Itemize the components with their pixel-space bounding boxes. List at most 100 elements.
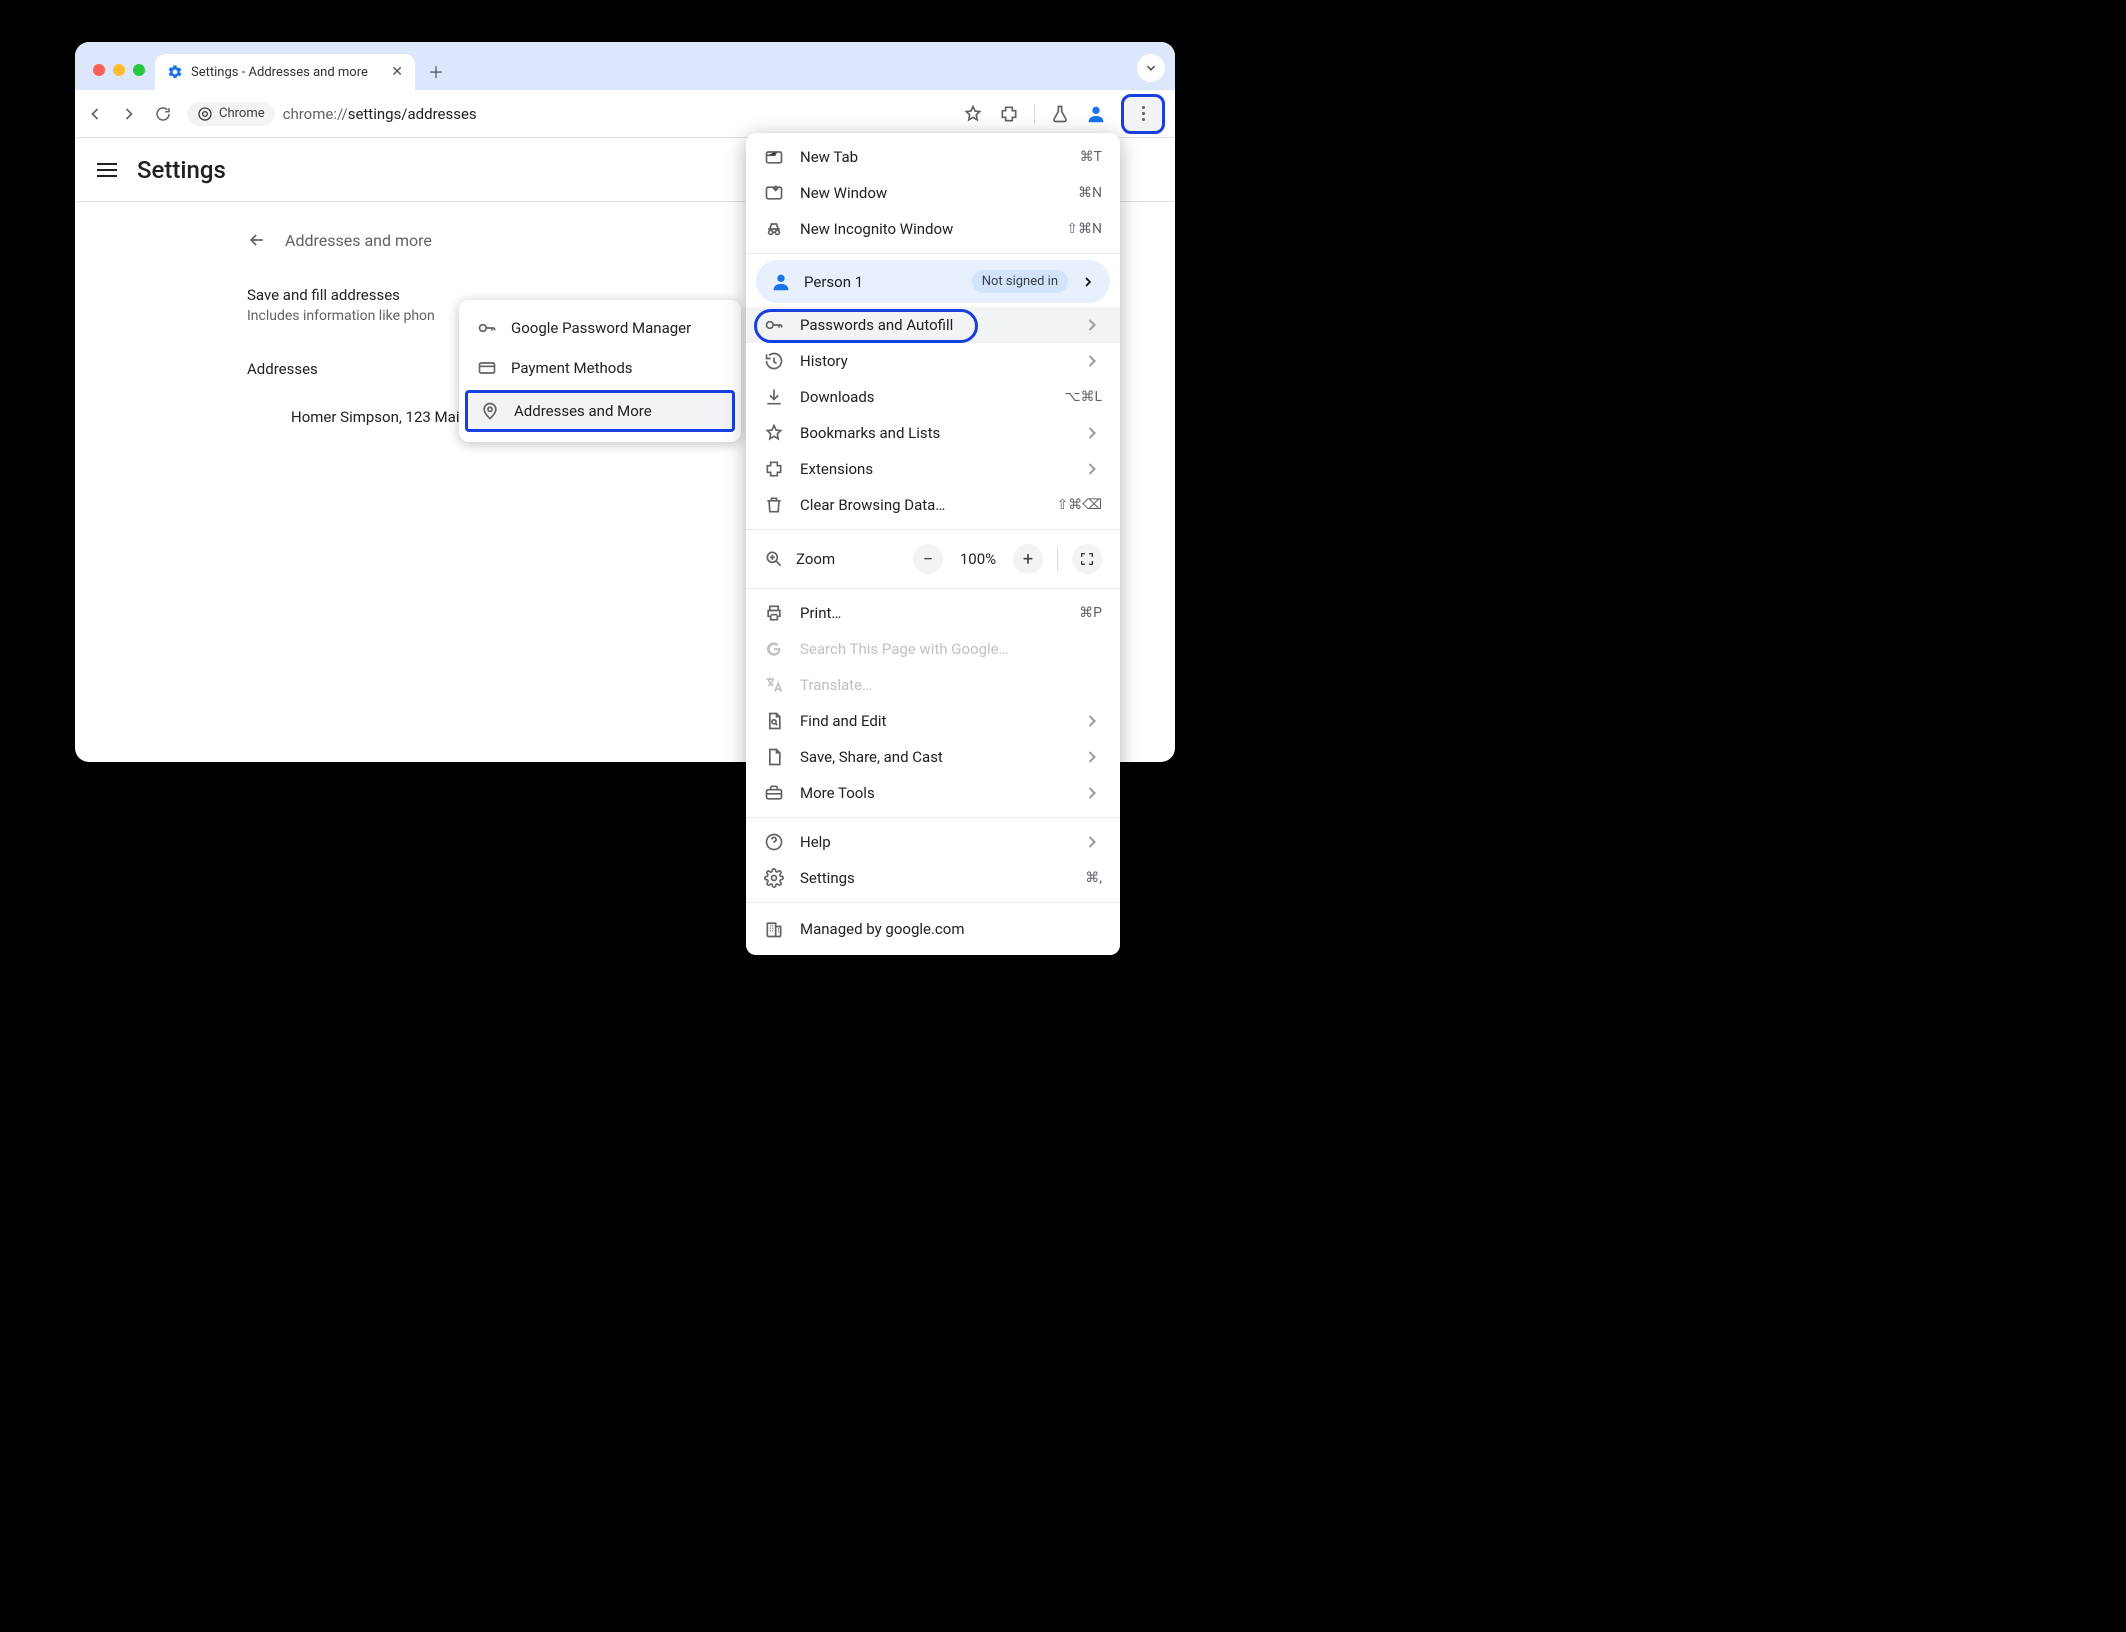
key-icon bbox=[764, 315, 784, 335]
document-search-icon bbox=[764, 711, 784, 731]
credit-card-icon bbox=[477, 358, 497, 378]
new-tab-button[interactable]: ＋ bbox=[421, 56, 451, 86]
menu-toggle-button[interactable] bbox=[97, 163, 117, 177]
menu-accel: ⇧⌘N bbox=[1066, 221, 1102, 237]
profile-avatar-icon[interactable] bbox=[1085, 103, 1107, 125]
url-text: chrome://settings/addresses bbox=[283, 105, 477, 123]
star-icon bbox=[764, 423, 784, 443]
menu-accel: ⌘, bbox=[1085, 870, 1102, 886]
google-g-icon bbox=[764, 639, 784, 659]
help-icon bbox=[764, 832, 784, 852]
tab-title: Settings - Addresses and more bbox=[191, 65, 383, 80]
window-controls bbox=[85, 64, 155, 90]
labs-flask-icon[interactable] bbox=[1049, 103, 1071, 125]
puzzle-icon bbox=[764, 459, 784, 479]
menu-zoom-row: Zoom − 100% + bbox=[746, 536, 1120, 582]
zoom-out-button[interactable]: − bbox=[913, 544, 943, 574]
menu-downloads[interactable]: Downloads ⌥⌘L bbox=[746, 379, 1120, 415]
menu-label: Find and Edit bbox=[800, 712, 1066, 730]
menu-managed-by[interactable]: Managed by google.com bbox=[746, 909, 1120, 949]
menu-accel: ⌘T bbox=[1080, 149, 1102, 165]
key-icon bbox=[477, 318, 497, 338]
fullscreen-window-button[interactable] bbox=[133, 64, 145, 76]
chevron-right-icon bbox=[1082, 747, 1102, 767]
history-icon bbox=[764, 351, 784, 371]
menu-label: Passwords and Autofill bbox=[800, 316, 953, 334]
chrome-menu-button[interactable] bbox=[1121, 94, 1165, 134]
forward-button[interactable] bbox=[119, 104, 139, 124]
menu-label: Help bbox=[800, 833, 1066, 851]
submenu-password-manager[interactable]: Google Password Manager bbox=[459, 308, 741, 348]
submenu-payment-methods[interactable]: Payment Methods bbox=[459, 348, 741, 388]
menu-label: Settings bbox=[800, 869, 1069, 887]
menu-new-tab[interactable]: New Tab ⌘T bbox=[746, 139, 1120, 175]
menu-profile-row[interactable]: Person 1 Not signed in bbox=[756, 260, 1110, 303]
menu-new-incognito[interactable]: New Incognito Window ⇧⌘N bbox=[746, 211, 1120, 247]
profile-status-badge: Not signed in bbox=[972, 270, 1068, 293]
profile-name: Person 1 bbox=[804, 273, 960, 291]
chevron-right-icon bbox=[1082, 459, 1102, 479]
menu-history[interactable]: History bbox=[746, 343, 1120, 379]
window-icon bbox=[764, 183, 784, 203]
zoom-in-button[interactable]: + bbox=[1013, 544, 1043, 574]
tab-search-button[interactable] bbox=[1137, 54, 1165, 82]
translate-icon bbox=[764, 675, 784, 695]
close-window-button[interactable] bbox=[93, 64, 105, 76]
menu-label: Save, Share, and Cast bbox=[800, 748, 1066, 766]
location-pin-icon bbox=[480, 401, 500, 421]
menu-bookmarks[interactable]: Bookmarks and Lists bbox=[746, 415, 1120, 451]
menu-new-window[interactable]: New Window ⌘N bbox=[746, 175, 1120, 211]
browser-tab[interactable]: Settings - Addresses and more ✕ bbox=[155, 54, 415, 90]
menu-separator bbox=[746, 588, 1120, 589]
chevron-right-icon bbox=[1080, 274, 1096, 290]
chrome-logo-icon bbox=[197, 106, 213, 122]
site-chip[interactable]: Chrome bbox=[187, 102, 275, 126]
toolbar: Chrome chrome://settings/addresses bbox=[75, 90, 1175, 138]
menu-print[interactable]: Print… ⌘P bbox=[746, 595, 1120, 631]
gear-icon bbox=[764, 868, 784, 888]
menu-find-edit[interactable]: Find and Edit bbox=[746, 703, 1120, 739]
bookmark-star-icon[interactable] bbox=[962, 103, 984, 125]
submenu-label: Addresses and More bbox=[514, 402, 652, 420]
menu-label: New Tab bbox=[800, 148, 1064, 166]
menu-extensions[interactable]: Extensions bbox=[746, 451, 1120, 487]
tab-icon bbox=[764, 147, 784, 167]
menu-label: History bbox=[800, 352, 1066, 370]
printer-icon bbox=[764, 603, 784, 623]
page-title: Settings bbox=[137, 156, 226, 184]
building-icon bbox=[764, 919, 784, 939]
zoom-value: 100% bbox=[955, 550, 1001, 568]
site-chip-label: Chrome bbox=[219, 106, 265, 121]
menu-accel: ⌘P bbox=[1079, 605, 1102, 621]
back-button[interactable] bbox=[85, 104, 105, 124]
menu-separator bbox=[746, 902, 1120, 903]
omnibox[interactable]: Chrome chrome://settings/addresses bbox=[187, 102, 948, 126]
incognito-icon bbox=[764, 219, 784, 239]
menu-separator bbox=[746, 817, 1120, 818]
menu-label: Print… bbox=[800, 604, 1063, 622]
menu-passwords-autofill[interactable]: Passwords and Autofill bbox=[746, 307, 1120, 343]
close-tab-icon[interactable]: ✕ bbox=[391, 64, 403, 80]
submenu-label: Payment Methods bbox=[511, 359, 633, 377]
section-title: Addresses and more bbox=[285, 231, 432, 250]
menu-settings[interactable]: Settings ⌘, bbox=[746, 860, 1120, 896]
chevron-right-icon bbox=[1082, 783, 1102, 803]
zoom-icon bbox=[764, 549, 784, 569]
extensions-puzzle-icon[interactable] bbox=[998, 103, 1020, 125]
menu-help[interactable]: Help bbox=[746, 824, 1120, 860]
menu-more-tools[interactable]: More Tools bbox=[746, 775, 1120, 811]
fullscreen-icon bbox=[1079, 551, 1095, 567]
managed-label: Managed by google.com bbox=[800, 920, 965, 938]
person-icon bbox=[770, 271, 792, 293]
menu-search-page: Search This Page with Google… bbox=[746, 631, 1120, 667]
submenu-addresses-more[interactable]: Addresses and More bbox=[465, 390, 735, 432]
minimize-window-button[interactable] bbox=[113, 64, 125, 76]
reload-button[interactable] bbox=[153, 104, 173, 124]
back-arrow-icon[interactable] bbox=[247, 230, 267, 250]
chevron-right-icon bbox=[1082, 423, 1102, 443]
menu-label: Bookmarks and Lists bbox=[800, 424, 1066, 442]
menu-save-share-cast[interactable]: Save, Share, and Cast bbox=[746, 739, 1120, 775]
fullscreen-button[interactable] bbox=[1072, 544, 1102, 574]
menu-label: More Tools bbox=[800, 784, 1066, 802]
menu-clear-browsing-data[interactable]: Clear Browsing Data… ⇧⌘⌫ bbox=[746, 487, 1120, 523]
